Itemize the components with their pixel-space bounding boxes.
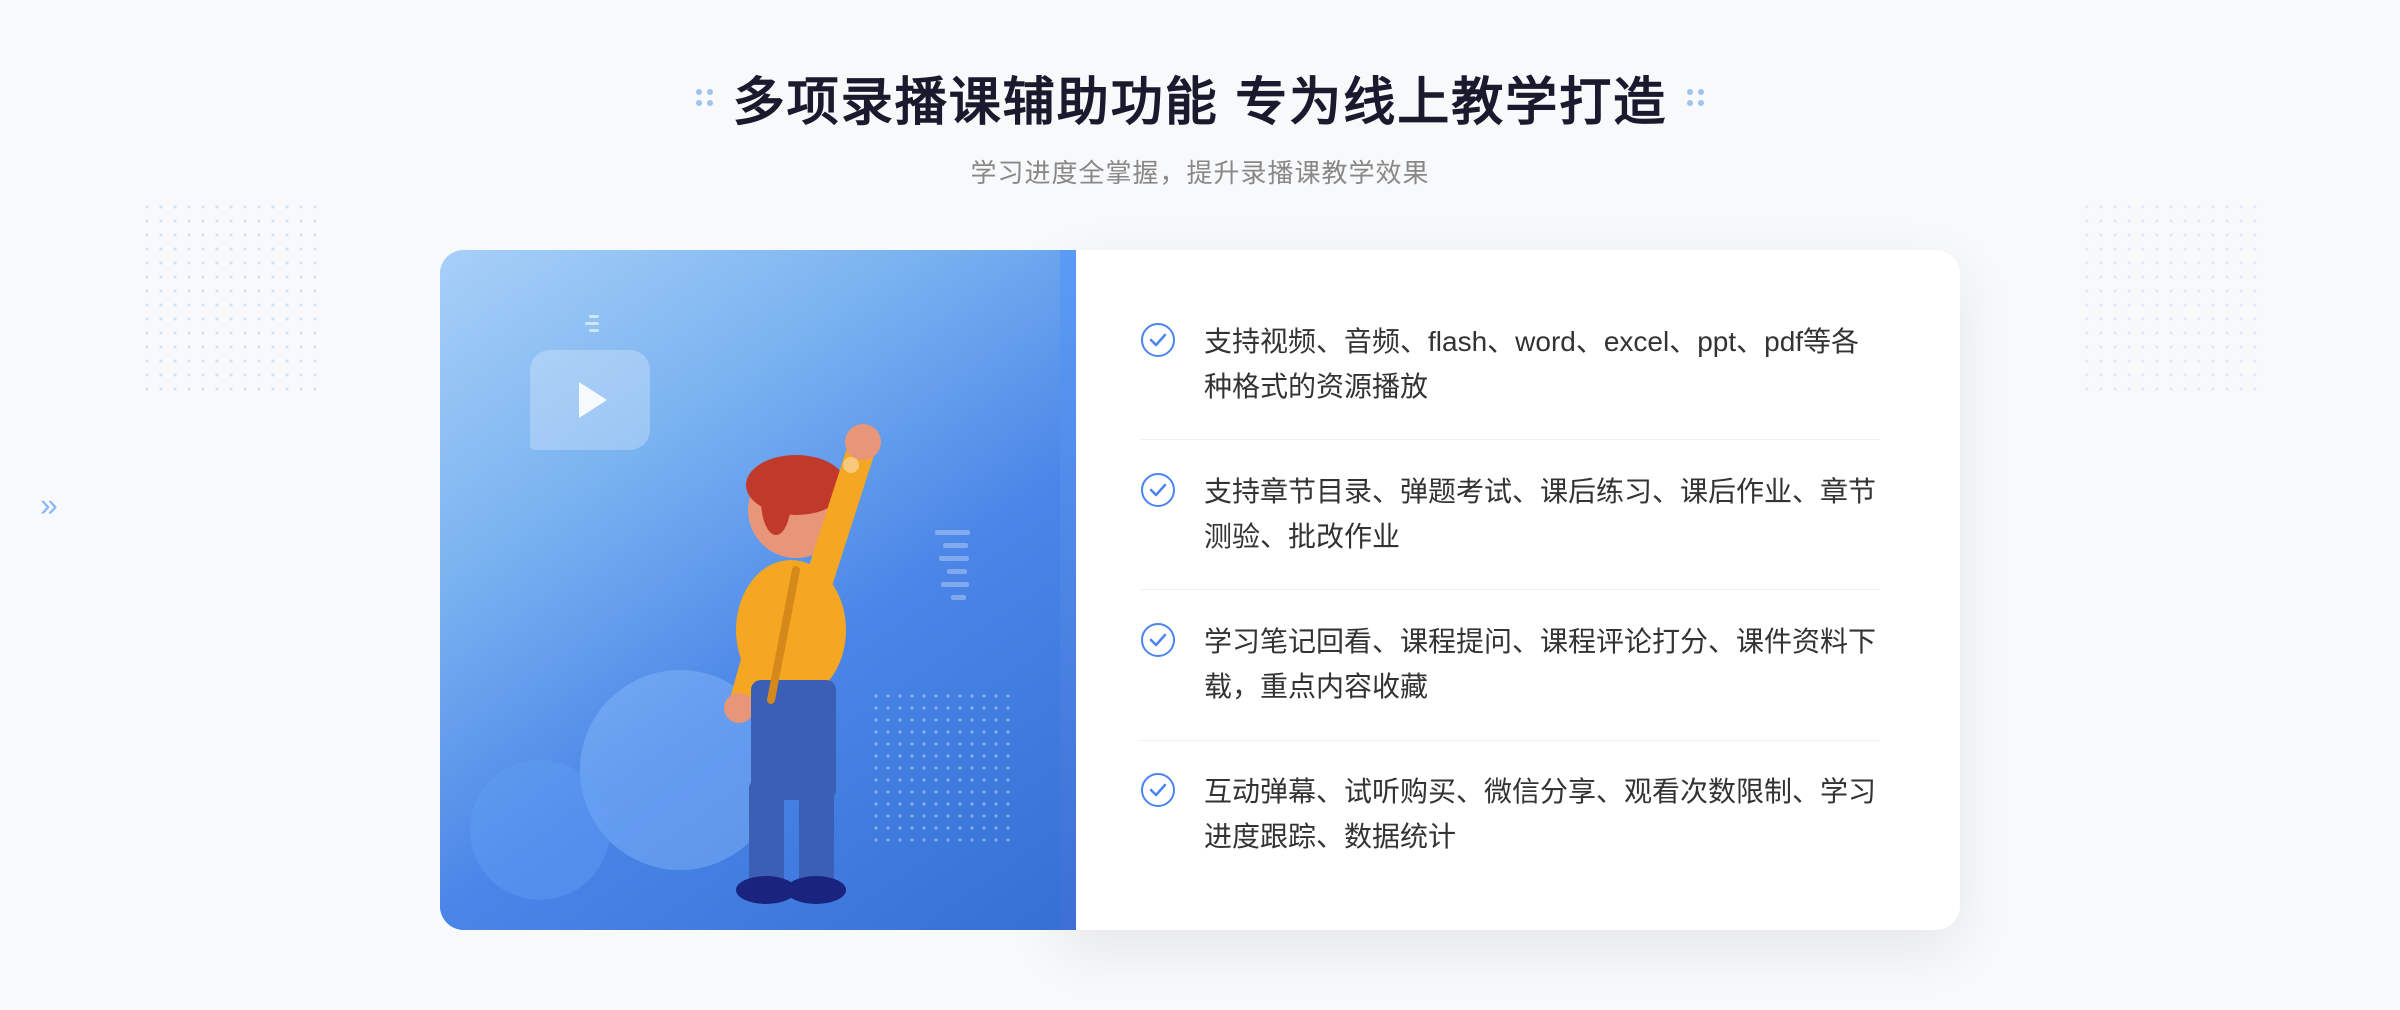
deco-dots-right xyxy=(1687,89,1704,106)
check-icon-2 xyxy=(1140,472,1176,508)
divider-3 xyxy=(1140,740,1880,741)
title-row: 多项录播课辅助功能 专为线上教学打造 xyxy=(696,60,1704,135)
side-blue-bar xyxy=(1060,250,1076,930)
feature-item-2: 支持章节目录、弹题考试、课后练习、课后作业、章节测验、批改作业 xyxy=(1140,470,1880,560)
dots-left xyxy=(140,200,320,400)
human-figure xyxy=(631,350,931,930)
ray-2 xyxy=(585,322,599,325)
divider-2 xyxy=(1140,589,1880,590)
feature-item-4: 互动弹幕、试听购买、微信分享、观看次数限制、学习进度跟踪、数据统计 xyxy=(1140,770,1880,860)
main-title: 多项录播课辅助功能 专为线上教学打造 xyxy=(733,60,1667,135)
check-icon-1 xyxy=(1140,322,1176,358)
deco-dots-left xyxy=(696,89,713,106)
left-arrow-decoration: » xyxy=(40,487,58,524)
ray-3 xyxy=(589,329,599,332)
illustration-panel xyxy=(440,250,1060,930)
feature-text-4: 互动弹幕、试听购买、微信分享、观看次数限制、学习进度跟踪、数据统计 xyxy=(1204,770,1880,860)
play-icon xyxy=(579,382,607,418)
check-icon-3 xyxy=(1140,622,1176,658)
feature-text-1: 支持视频、音频、flash、word、excel、ppt、pdf等各种格式的资源… xyxy=(1204,320,1880,410)
chevron-left-icon: » xyxy=(40,487,58,524)
ray-1 xyxy=(589,315,599,318)
divider-1 xyxy=(1140,439,1880,440)
circle-medium xyxy=(470,760,610,900)
page-header: 多项录播课辅助功能 专为线上教学打造 学习进度全掌握，提升录播课教学效果 xyxy=(696,60,1704,190)
features-panel: 支持视频、音频、flash、word、excel、ppt、pdf等各种格式的资源… xyxy=(1060,250,1960,930)
check-icon-4 xyxy=(1140,772,1176,808)
content-area: 支持视频、音频、flash、word、excel、ppt、pdf等各种格式的资源… xyxy=(400,250,2000,930)
feature-item-3: 学习笔记回看、课程提问、课程评论打分、课件资料下载，重点内容收藏 xyxy=(1140,620,1880,710)
feature-item-1: 支持视频、音频、flash、word、excel、ppt、pdf等各种格式的资源… xyxy=(1140,320,1880,410)
feature-text-3: 学习笔记回看、课程提问、课程评论打分、课件资料下载，重点内容收藏 xyxy=(1204,620,1880,710)
page-wrapper: » 多项录播课辅助功能 专为线上教学打造 学习进度全掌握，提升录播课教学效果 xyxy=(0,0,2400,1010)
feature-text-2: 支持章节目录、弹题考试、课后练习、课后作业、章节测验、批改作业 xyxy=(1204,470,1880,560)
lines-decoration xyxy=(935,530,970,600)
page-subtitle: 学习进度全掌握，提升录播课教学效果 xyxy=(696,153,1704,190)
light-rays xyxy=(585,315,599,332)
dots-right xyxy=(2080,200,2260,400)
